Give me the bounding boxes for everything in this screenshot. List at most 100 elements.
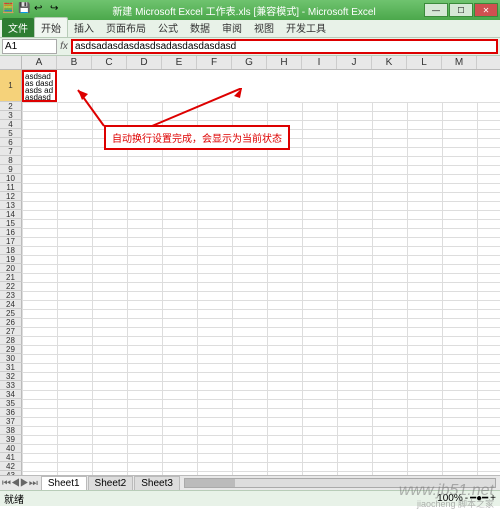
col-header[interactable]: G [232,56,267,69]
tab-file[interactable]: 文件 [2,18,34,37]
row-header[interactable]: 19 [0,255,22,264]
tab-home[interactable]: 开始 [34,17,68,37]
status-bar: 就绪 100% - ━●━ + [0,490,500,506]
window-title: 新建 Microsoft Excel 工作表.xls [兼容模式] - Micr… [64,3,424,18]
excel-icon: 🧮 [2,3,16,17]
row-header[interactable]: 6 [0,138,22,147]
row-header[interactable]: 4 [0,120,22,129]
formula-bar[interactable]: asdsadasdasdasdsadasdasdasdasd [71,39,498,54]
col-header[interactable]: L [407,56,442,69]
zoom-out-button[interactable]: - [465,493,468,504]
row-header[interactable]: 23 [0,291,22,300]
row-header[interactable]: 24 [0,300,22,309]
row-header[interactable]: 34 [0,390,22,399]
col-header[interactable]: E [162,56,197,69]
col-header[interactable]: D [127,56,162,69]
zoom-controls: 100% - ━●━ + [437,493,496,504]
col-header[interactable]: I [302,56,337,69]
maximize-button[interactable]: ☐ [449,3,473,17]
row-header[interactable]: 42 [0,462,22,471]
col-header[interactable]: M [442,56,477,69]
zoom-in-button[interactable]: + [490,493,496,504]
row-header[interactable]: 16 [0,228,22,237]
undo-icon[interactable]: ↩ [34,3,48,17]
name-box[interactable]: A1 [2,39,57,54]
row-header[interactable]: 20 [0,264,22,273]
tab-view[interactable]: 视图 [248,18,280,37]
h-scrollbar[interactable] [184,478,496,488]
sheet-nav[interactable]: ⏮◀▶⏭ [0,478,40,489]
row-header[interactable]: 13 [0,201,22,210]
row-header[interactable]: 21 [0,273,22,282]
sheet-tab-2[interactable]: Sheet2 [88,476,134,490]
row-header[interactable]: 25 [0,309,22,318]
ribbon-tabs: 文件 开始 插入 页面布局 公式 数据 审阅 视图 开发工具 [0,20,500,38]
col-header[interactable]: K [372,56,407,69]
row-header[interactable]: 39 [0,435,22,444]
row-header[interactable]: 7 [0,147,22,156]
row-header[interactable]: 9 [0,165,22,174]
sheet-tab-1[interactable]: Sheet1 [41,476,87,490]
row-header[interactable]: 31 [0,363,22,372]
gridlines [22,102,500,475]
row-header[interactable]: 2 [0,102,22,111]
window-buttons: — ☐ ✕ [424,3,498,17]
row-header[interactable]: 27 [0,327,22,336]
row-header[interactable]: 41 [0,453,22,462]
col-header[interactable]: H [267,56,302,69]
row-headers: 1234567891011121314151617181920212223242… [0,70,22,475]
tab-review[interactable]: 审阅 [216,18,248,37]
fx-icon[interactable]: fx [57,41,71,52]
row-header[interactable]: 33 [0,381,22,390]
row-header[interactable]: 28 [0,336,22,345]
h-scroll-thumb[interactable] [185,479,235,487]
qat: 🧮 💾 ↩ ↪ [2,3,64,17]
row-header[interactable]: 29 [0,345,22,354]
status-text: 就绪 [4,491,24,506]
row-header[interactable]: 10 [0,174,22,183]
row-header[interactable]: 22 [0,282,22,291]
row-header[interactable]: 14 [0,210,22,219]
col-header[interactable]: C [92,56,127,69]
col-header[interactable]: F [197,56,232,69]
row-header[interactable]: 43 [0,471,22,475]
row-header[interactable]: 5 [0,129,22,138]
tab-data[interactable]: 数据 [184,18,216,37]
select-all-corner[interactable] [0,56,22,69]
cell-a1[interactable]: asdsadas dasdasds adasdasd asdasd [22,70,57,102]
row-header[interactable]: 26 [0,318,22,327]
save-icon[interactable]: 💾 [18,3,32,17]
col-header[interactable]: J [337,56,372,69]
row-header[interactable]: 40 [0,444,22,453]
grid-area: 1234567891011121314151617181920212223242… [0,70,500,475]
cells-area[interactable]: asdsadas dasdasds adasdasd asdasd 自动换行设置… [22,70,500,475]
zoom-level[interactable]: 100% [437,493,463,504]
title-bar: 🧮 💾 ↩ ↪ 新建 Microsoft Excel 工作表.xls [兼容模式… [0,0,500,20]
row-header[interactable]: 30 [0,354,22,363]
row-header[interactable]: 36 [0,408,22,417]
tab-layout[interactable]: 页面布局 [100,18,152,37]
tab-insert[interactable]: 插入 [68,18,100,37]
row-header[interactable]: 18 [0,246,22,255]
minimize-button[interactable]: — [424,3,448,17]
row-header[interactable]: 12 [0,192,22,201]
row-header[interactable]: 3 [0,111,22,120]
row-header[interactable]: 17 [0,237,22,246]
row-header[interactable]: 15 [0,219,22,228]
col-header[interactable]: A [22,56,57,69]
tab-formulas[interactable]: 公式 [152,18,184,37]
col-header[interactable]: B [57,56,92,69]
column-headers: A B C D E F G H I J K L M [0,56,500,70]
redo-icon[interactable]: ↪ [50,3,64,17]
row-header[interactable]: 38 [0,426,22,435]
sheet-tab-3[interactable]: Sheet3 [134,476,180,490]
tab-dev[interactable]: 开发工具 [280,18,332,37]
row-header[interactable]: 35 [0,399,22,408]
zoom-slider[interactable]: ━●━ [470,493,488,504]
row-header[interactable]: 32 [0,372,22,381]
close-button[interactable]: ✕ [474,3,498,17]
row-header[interactable]: 1 [0,70,22,102]
row-header[interactable]: 11 [0,183,22,192]
row-header[interactable]: 37 [0,417,22,426]
row-header[interactable]: 8 [0,156,22,165]
